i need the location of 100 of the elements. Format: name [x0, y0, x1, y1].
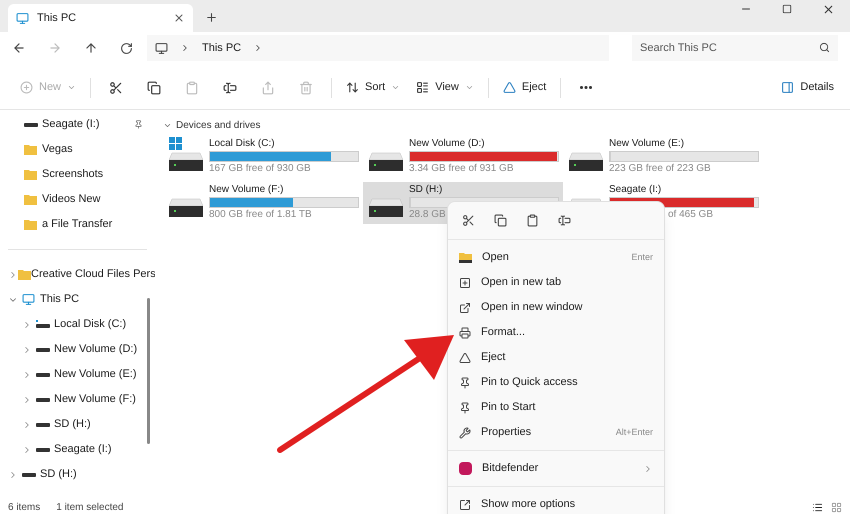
chevron-down-icon [464, 83, 474, 92]
wrench-icon [459, 426, 471, 438]
clipboard-icon [185, 80, 200, 94]
text-cursor-icon [223, 80, 238, 94]
search-icon[interactable] [819, 42, 830, 53]
breadcrumb[interactable]: This PC [202, 40, 242, 56]
sort-icon [346, 81, 360, 94]
tiles-view-icon[interactable] [831, 502, 842, 512]
menu-item[interactable]: Eject [448, 345, 664, 370]
chevron-down-icon [391, 83, 400, 92]
eject-icon [502, 81, 516, 94]
free-space-text: 167 GB free of 930 GB [209, 162, 311, 176]
menu-item[interactable]: Open in new window [448, 295, 664, 320]
details-button[interactable]: Details [777, 74, 838, 102]
folder-icon [24, 144, 37, 155]
drive-icon [369, 197, 403, 217]
sidebar-item[interactable]: Local Disk (C:) [54, 316, 126, 333]
free-space-text: 223 GB free of 223 GB [609, 162, 711, 176]
sidebar-item[interactable]: Screenshots [42, 166, 104, 183]
menu-item[interactable]: Show more options [448, 492, 664, 514]
section-heading: Devices and drives [176, 119, 260, 133]
scrollbar[interactable] [147, 298, 150, 444]
view-button[interactable]: View [408, 74, 482, 102]
drive-name: Seagate (I:) [609, 183, 662, 196]
eject-icon [459, 352, 471, 364]
printer-icon [459, 326, 471, 338]
menu-item[interactable]: Pin to Start [448, 395, 664, 420]
tab-title: This PC [37, 10, 78, 26]
eject-button[interactable]: Eject [494, 74, 554, 102]
drive-tile[interactable]: New Volume (F:) 800 GB free of 1.81 TB [163, 182, 363, 224]
drive-icon [369, 151, 403, 171]
folder-icon [459, 252, 472, 263]
close-icon[interactable] [822, 2, 835, 16]
drive-icon [36, 446, 50, 452]
sidebar-item[interactable]: New Volume (F:) [54, 391, 136, 408]
sidebar-item[interactable]: Seagate (I:) [54, 441, 112, 458]
expand-icon [459, 498, 471, 510]
sidebar-item[interactable]: SD (H:) [40, 466, 77, 483]
app-logo-icon [459, 462, 472, 475]
external-link-icon [459, 302, 471, 314]
selection-count: 1 item selected [56, 500, 124, 514]
trash-icon [299, 80, 314, 94]
drive-name: SD (H:) [409, 183, 442, 196]
menu-item[interactable]: Properties Alt+Enter [448, 420, 664, 445]
menu-item[interactable]: Open Enter [448, 245, 664, 270]
free-space-text: 28.8 GB [409, 208, 446, 222]
sort-button[interactable]: Sort [338, 74, 408, 102]
up-icon[interactable] [84, 41, 98, 55]
folder-icon [18, 269, 31, 280]
shortcut-text: Enter [631, 250, 653, 264]
clipboard-icon [526, 214, 538, 227]
back-icon[interactable] [12, 41, 26, 55]
panel-icon [781, 81, 794, 94]
tab[interactable]: This PC [8, 4, 193, 32]
item-count: 6 items [8, 500, 40, 514]
plus-circle-icon [20, 81, 33, 94]
chevron-down-icon [67, 83, 76, 92]
close-tab-icon[interactable] [173, 12, 185, 24]
folder-icon [24, 219, 37, 230]
maximize-icon[interactable] [782, 4, 792, 14]
drive-name: Local Disk (C:) [209, 137, 275, 150]
details-view-icon[interactable] [812, 502, 823, 512]
free-space-text: 800 GB free of 1.81 TB [209, 208, 312, 222]
new-tab-icon [459, 276, 471, 288]
sidebar-item[interactable]: SD (H:) [54, 416, 91, 433]
monitor-icon [16, 12, 29, 24]
drive-tile[interactable]: Local Disk (C:) 167 GB free of 930 GB [163, 136, 363, 178]
drive-tile[interactable]: New Volume (E:) 223 GB free of 223 GB [563, 136, 763, 178]
monitor-icon[interactable] [155, 42, 168, 54]
menu-item[interactable]: Bitdefender [448, 456, 664, 481]
drive-icon [36, 320, 50, 329]
drive-name: New Volume (D:) [409, 137, 485, 150]
sidebar-item[interactable]: Seagate (I:) [42, 116, 100, 133]
drive-icon [169, 151, 203, 171]
drive-icon [36, 346, 50, 352]
menu-item[interactable]: Format... [448, 320, 664, 345]
folder-icon [24, 194, 37, 205]
drive-icon [36, 422, 50, 428]
drive-icon [22, 472, 36, 478]
new-tab-icon[interactable] [205, 11, 218, 24]
pin-icon [459, 376, 471, 388]
sidebar-item[interactable]: Creative Cloud Files Pers [31, 266, 155, 283]
drive-icon [36, 372, 50, 378]
sidebar-item[interactable]: Vegas [42, 141, 73, 158]
drive-tile[interactable]: New Volume (D:) 3.34 GB free of 931 GB [363, 136, 563, 178]
menu-item[interactable]: Open in new tab [448, 270, 664, 295]
search-field[interactable]: Search This PC [632, 35, 838, 61]
sidebar-item[interactable]: a File Transfer [42, 216, 112, 233]
chevron-down-icon[interactable] [163, 121, 172, 130]
drive-icon [24, 122, 38, 128]
sidebar-item[interactable]: New Volume (E:) [54, 366, 137, 383]
sidebar-item[interactable]: New Volume (D:) [54, 341, 138, 358]
drive-name: New Volume (E:) [609, 137, 684, 150]
sidebar-item[interactable]: Videos New [42, 191, 100, 208]
menu-item[interactable]: Pin to Quick access [448, 370, 664, 395]
sidebar-item[interactable]: This PC [40, 291, 80, 308]
drive-icon [169, 197, 203, 217]
scissors-icon [109, 80, 124, 94]
refresh-icon[interactable] [120, 42, 133, 54]
monitor-icon [22, 293, 35, 306]
